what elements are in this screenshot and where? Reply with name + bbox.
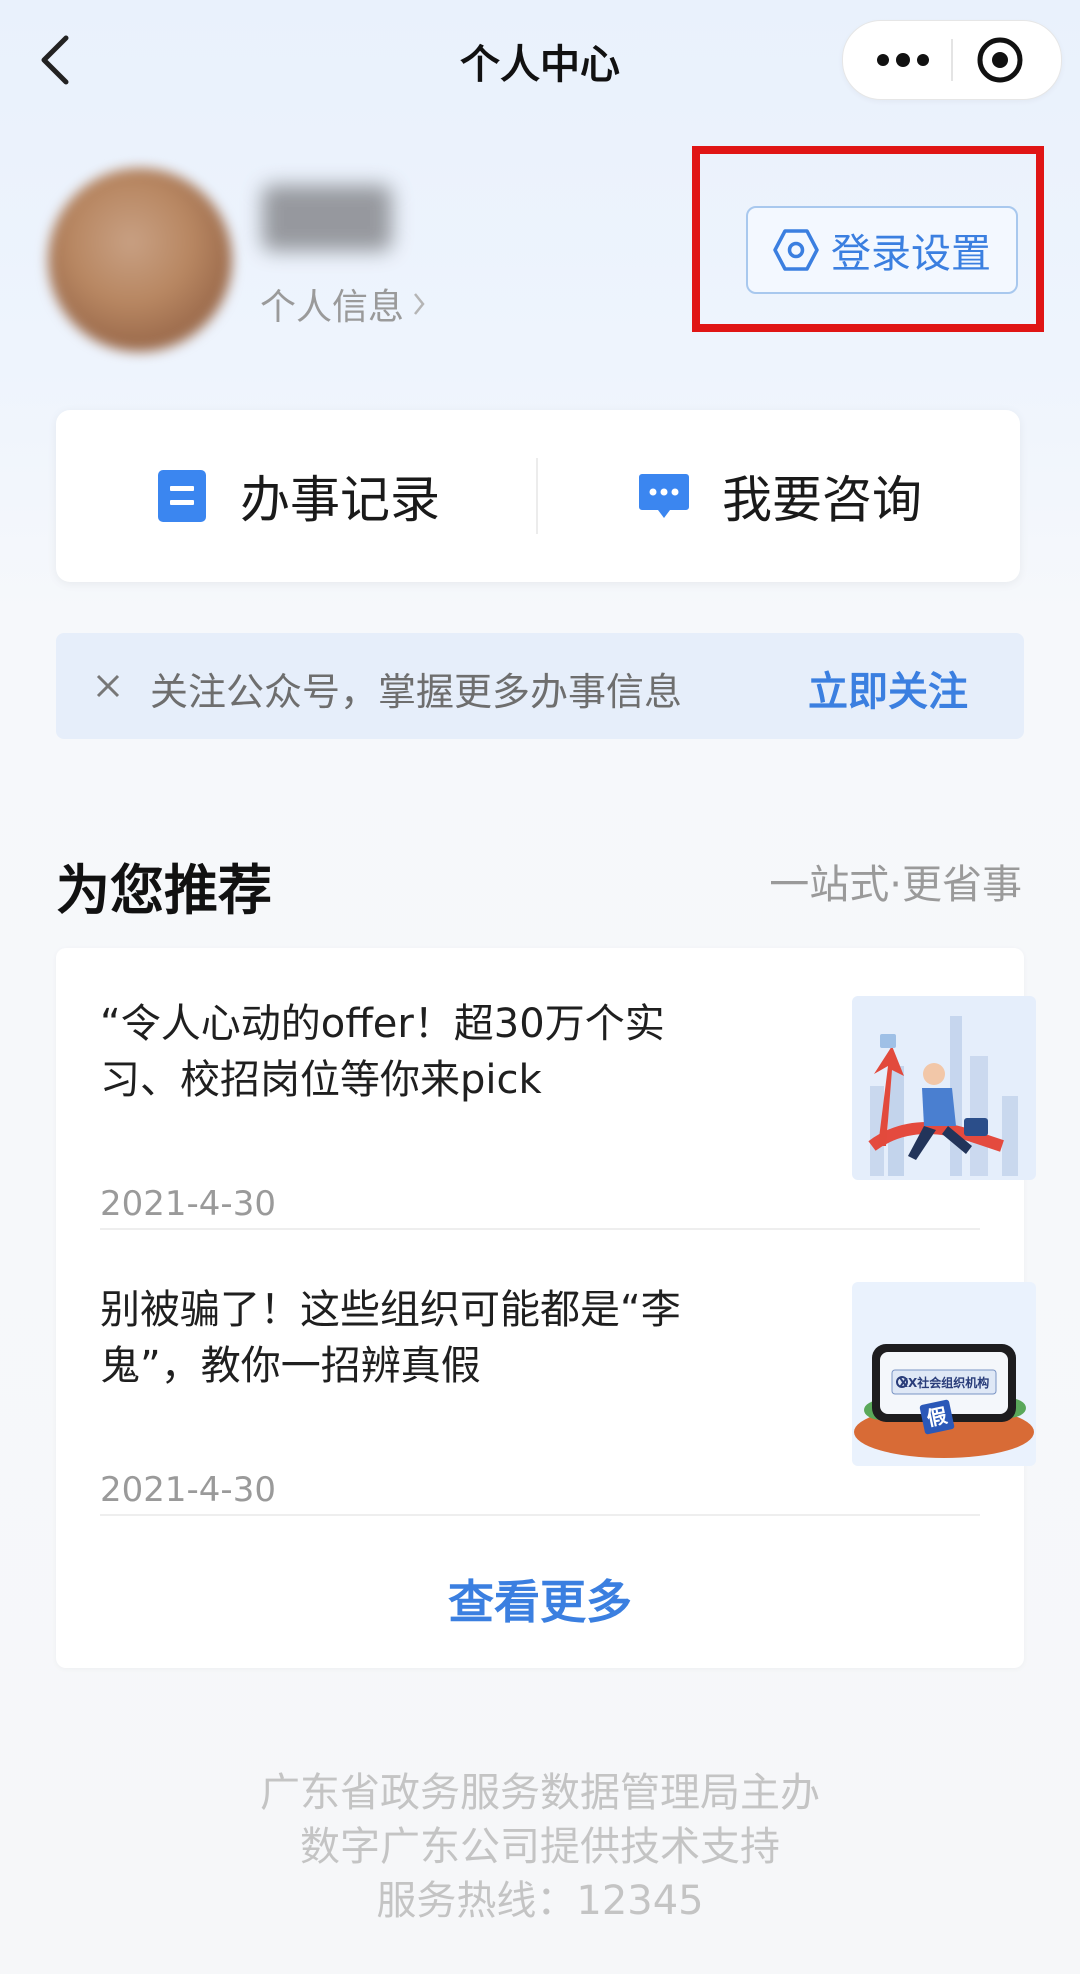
follow-official-account-banner: 关注公众号，掌握更多办事信息 立即关注 [56, 633, 1024, 739]
chat-icon [639, 474, 689, 518]
quick-actions-card: 办事记录 我要咨询 [56, 410, 1020, 582]
footer-organizer: 广东省政务服务数据管理局主办 [260, 1770, 820, 1816]
avatar[interactable] [48, 168, 232, 352]
more-icon[interactable] [873, 37, 933, 83]
document-icon [158, 470, 206, 522]
personal-info-label: 个人信息 [260, 287, 405, 328]
recommend-list-card: “令人心动的offer！超30万个实习、校招岗位等你来pick 2021-4-3… [56, 948, 1036, 1668]
follow-now-link[interactable]: 立即关注 [808, 659, 968, 717]
footer-hotline: 服务热线：12345 [376, 1878, 704, 1924]
personal-info-link[interactable]: 个人信息 [260, 278, 426, 330]
recommend-section-title: 为您推荐 [56, 859, 272, 922]
highlight-annotation-box [692, 146, 1044, 332]
user-name-blurred [262, 185, 392, 251]
view-more-link[interactable]: 查看更多 [56, 1566, 1024, 1632]
article-thumbnail-runner [852, 996, 1036, 1180]
article-list-item[interactable]: 别被骗了！这些组织可能都是“李鬼”，教你一招辨真假 2021-4-30 XX社会… [100, 1282, 1036, 1510]
consult-label: 我要咨询 [722, 471, 922, 529]
list-divider [100, 1514, 980, 1516]
thumbnail-search-text: XX社会组织机构 [899, 1375, 990, 1390]
capsule-divider [951, 39, 953, 81]
article-title: “令人心动的offer！超30万个实习、校招岗位等你来pick [100, 1001, 665, 1103]
article-title: 别被骗了！这些组织可能都是“李鬼”，教你一招辨真假 [100, 1287, 681, 1389]
service-records-label: 办事记录 [240, 471, 440, 529]
consult-button[interactable]: 我要咨询 [638, 410, 922, 582]
recommend-section-subtitle: 一站式·更省事 [769, 862, 1022, 908]
close-icon[interactable] [88, 666, 128, 706]
article-list-item[interactable]: “令人心动的offer！超30万个实习、校招岗位等你来pick 2021-4-3… [100, 996, 1036, 1224]
close-miniprogram-icon[interactable] [975, 35, 1025, 85]
article-date: 2021-4-30 [100, 1184, 276, 1224]
miniprogram-capsule [842, 20, 1062, 100]
article-thumbnail-phone: XX社会组织机构 假 [852, 1282, 1036, 1466]
list-divider [100, 1228, 980, 1230]
banner-text: 关注公众号，掌握更多办事信息 [150, 670, 683, 714]
chevron-right-icon [414, 293, 425, 315]
article-date: 2021-4-30 [100, 1470, 276, 1510]
service-records-button[interactable]: 办事记录 [156, 410, 440, 582]
footer-tech-support: 数字广东公司提供技术支持 [300, 1824, 780, 1870]
actions-divider [536, 458, 538, 534]
